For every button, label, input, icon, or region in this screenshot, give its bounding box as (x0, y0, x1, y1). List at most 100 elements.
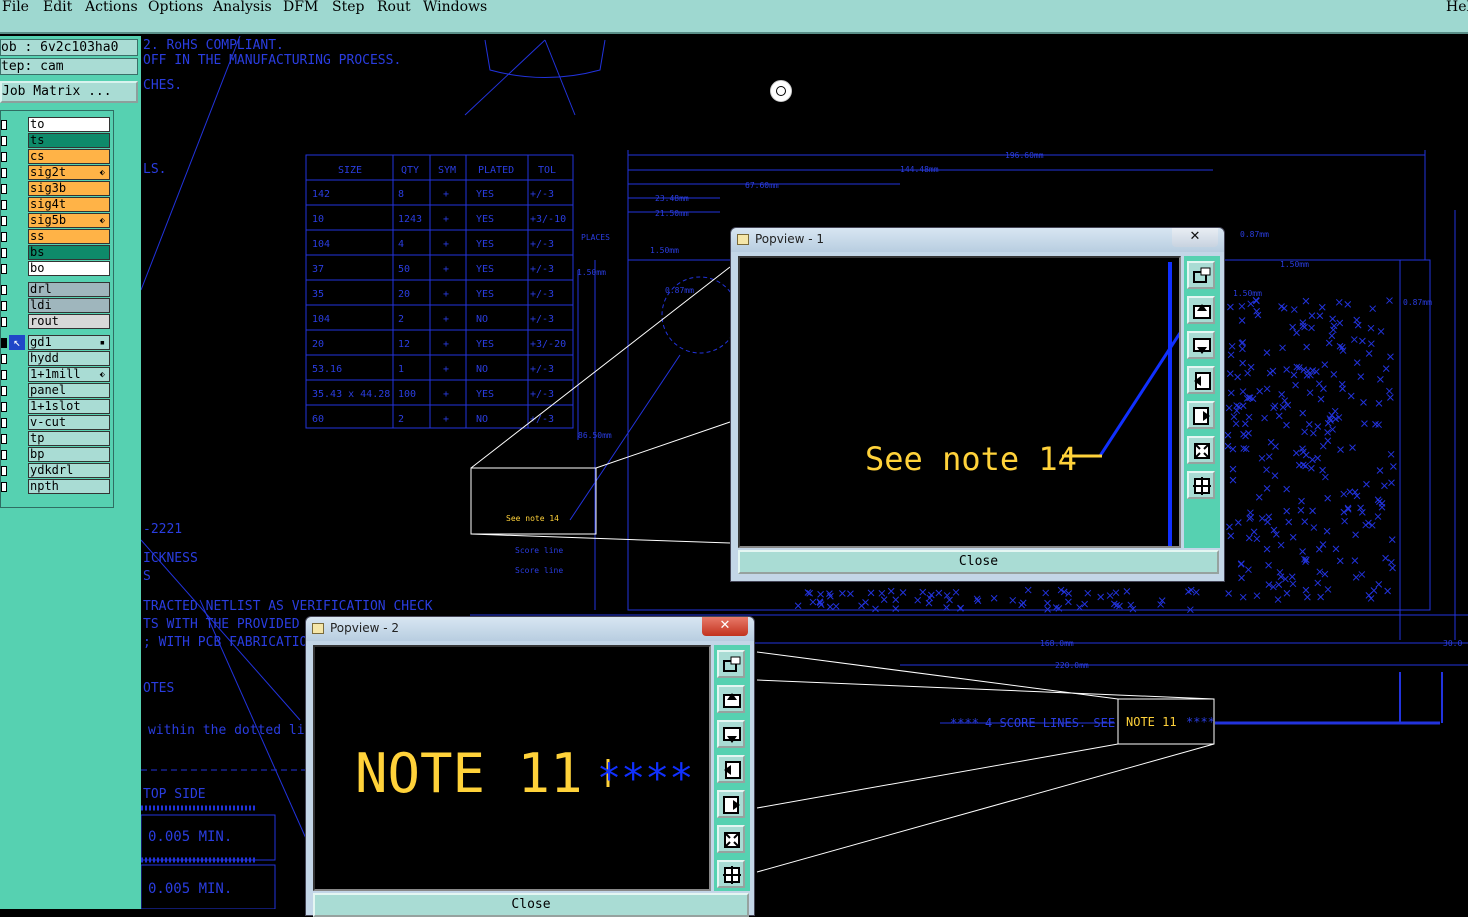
menu-edit[interactable]: Edit (43, 0, 72, 14)
layer-row[interactable]: ts (1, 133, 113, 149)
pan-left-button[interactable] (717, 755, 745, 783)
layer-checkbox[interactable] (1, 264, 7, 274)
pan-up-button[interactable] (717, 685, 745, 713)
layer-name[interactable]: sig5b ⬖ (28, 213, 110, 228)
popview-2-titlebar[interactable]: Popview - 2 (306, 617, 754, 641)
menu-analysis[interactable]: Analysis (213, 0, 272, 14)
layer-name[interactable]: bo (28, 261, 110, 276)
layer-name[interactable]: cs (28, 149, 110, 164)
menu-windows[interactable]: Windows (423, 0, 487, 14)
layer-name[interactable]: sig2t ⬖ (28, 165, 110, 180)
pan-left-button[interactable] (1187, 366, 1215, 394)
layer-name[interactable]: ldi (28, 298, 110, 313)
layer-checkbox[interactable] (1, 354, 7, 364)
layer-name[interactable]: bp (28, 447, 110, 462)
layer-row[interactable]: 1+1slot (1, 399, 113, 415)
layer-checkbox[interactable] (1, 386, 7, 396)
layer-checkbox[interactable] (1, 402, 7, 412)
layer-checkbox[interactable] (1, 216, 7, 226)
menu-step[interactable]: Step (332, 0, 364, 14)
pan-down-button[interactable] (717, 720, 745, 748)
layer-name[interactable]: ts (28, 133, 110, 148)
layer-name[interactable]: ss (28, 229, 110, 244)
layer-name[interactable]: bs (28, 245, 110, 260)
popview-2-close-button[interactable]: Close (313, 893, 749, 917)
layer-name[interactable]: to (28, 117, 110, 132)
layer-checkbox[interactable] (1, 136, 7, 146)
layer-name[interactable]: v-cut (28, 415, 110, 430)
layer-row[interactable]: rout (1, 314, 113, 330)
menu-help[interactable]: Hel (1446, 0, 1468, 14)
layer-checkbox[interactable] (1, 152, 7, 162)
zoom-fit-button[interactable] (717, 650, 745, 678)
layer-row[interactable]: ↖ gd1 ▪ (1, 335, 113, 351)
layer-row[interactable]: v-cut (1, 415, 113, 431)
layer-name[interactable]: hydd (28, 351, 110, 366)
layer-row[interactable]: ldi (1, 298, 113, 314)
popview-1-titlebar[interactable]: Popview - 1 (731, 228, 1224, 252)
close-icon[interactable]: ✕ (1172, 228, 1218, 247)
layer-row[interactable]: cs (1, 149, 113, 165)
zoom-out-button[interactable] (717, 860, 745, 888)
layer-row[interactable]: sig3b (1, 181, 113, 197)
layer-row[interactable]: sig4t (1, 197, 113, 213)
layer-name[interactable]: 1+1mill ⬖ (28, 367, 110, 382)
layer-checkbox[interactable] (1, 232, 7, 242)
pan-right-button[interactable] (717, 790, 745, 818)
layer-row[interactable]: npth (1, 479, 113, 495)
zoom-in-button[interactable] (1187, 436, 1215, 464)
layer-row[interactable]: panel (1, 383, 113, 399)
layer-checkbox[interactable] (1, 285, 7, 295)
close-icon[interactable]: ✕ (702, 617, 748, 636)
layer-name[interactable]: rout (28, 314, 110, 329)
job-matrix-button[interactable]: Job Matrix ... (0, 81, 138, 103)
layer-row[interactable]: bs (1, 245, 113, 261)
menu-rout[interactable]: Rout (377, 0, 411, 14)
pan-up-button[interactable] (1187, 296, 1215, 324)
layer-checkbox[interactable] (1, 434, 7, 444)
layer-name[interactable]: tp (28, 431, 110, 446)
menu-dfm[interactable]: DFM (283, 0, 318, 14)
zoom-in-button[interactable] (717, 825, 745, 853)
layer-row[interactable]: 1+1mill ⬖ (1, 367, 113, 383)
layer-name[interactable]: sig4t (28, 197, 110, 212)
layer-row[interactable]: hydd (1, 351, 113, 367)
layer-row[interactable]: ydkdrl (1, 463, 113, 479)
layer-checkbox[interactable] (1, 120, 7, 130)
layer-checkbox[interactable] (1, 466, 7, 476)
layer-checkbox[interactable] (1, 248, 7, 258)
layer-name[interactable]: panel (28, 383, 110, 398)
pan-down-button[interactable] (1187, 331, 1215, 359)
layer-checkbox[interactable] (1, 418, 7, 428)
layer-name[interactable]: drl (28, 282, 110, 297)
layer-row[interactable]: drl (1, 282, 113, 298)
popview-1-view[interactable]: See note 14 (738, 256, 1181, 548)
menu-actions[interactable]: Actions (85, 0, 138, 14)
layer-row[interactable]: to (1, 117, 113, 133)
menu-file[interactable]: File (2, 0, 29, 14)
layer-name[interactable]: 1+1slot (28, 399, 110, 414)
layer-checkbox[interactable] (1, 184, 7, 194)
popview-1-close-button[interactable]: Close (738, 550, 1219, 574)
layer-name[interactable]: ydkdrl (28, 463, 110, 478)
layer-name[interactable]: npth (28, 479, 110, 494)
layer-row[interactable]: ss (1, 229, 113, 245)
zoom-fit-button[interactable] (1187, 261, 1215, 289)
layer-checkbox[interactable] (1, 200, 7, 210)
layer-name[interactable]: gd1 ▪ (28, 335, 110, 350)
layer-row[interactable]: sig2t ⬖ (1, 165, 113, 181)
layer-row[interactable]: bo (1, 261, 113, 277)
pan-right-button[interactable] (1187, 401, 1215, 429)
layer-checkbox[interactable] (1, 317, 7, 327)
layer-checkbox[interactable] (1, 370, 7, 380)
layer-checkbox[interactable] (1, 338, 7, 348)
layer-row[interactable]: sig5b ⬖ (1, 213, 113, 229)
layer-checkbox[interactable] (1, 450, 7, 460)
popview-2-view[interactable]: NOTE 11 **** (313, 645, 711, 891)
zoom-out-button[interactable] (1187, 471, 1215, 499)
layer-checkbox[interactable] (1, 301, 7, 311)
menu-options[interactable]: Options (148, 0, 203, 14)
layer-checkbox[interactable] (1, 482, 7, 492)
layer-row[interactable]: bp (1, 447, 113, 463)
layer-row[interactable]: tp (1, 431, 113, 447)
